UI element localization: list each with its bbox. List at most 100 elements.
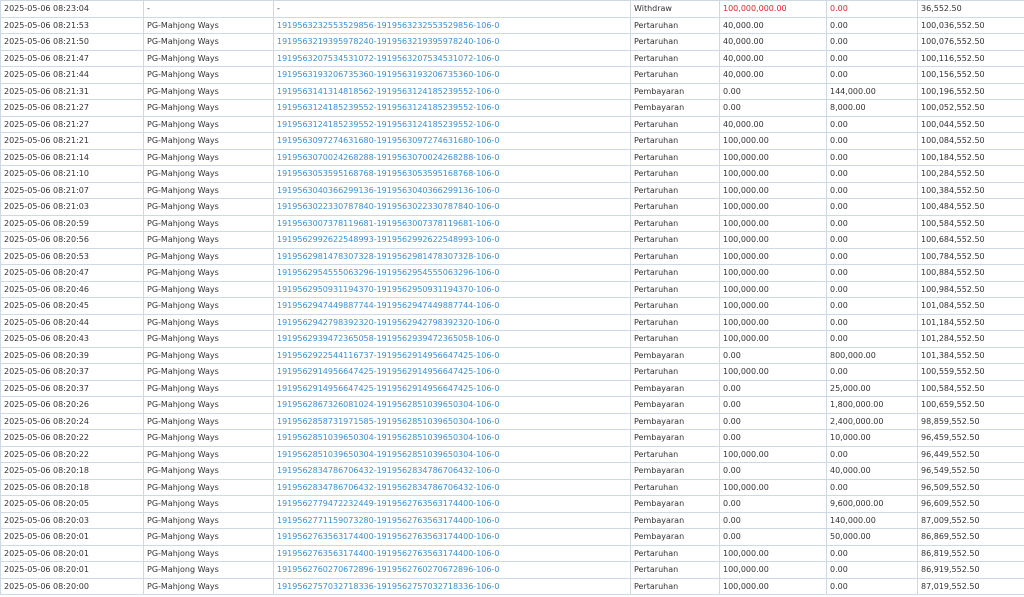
bet-amount-cell: 40,000.00 <box>719 66 827 84</box>
balance-cell: 98,859,552.50 <box>917 412 1024 430</box>
transaction-id-link[interactable]: 1919563007378119681-1919563007378119681-… <box>273 214 631 232</box>
win-amount-cell: 0.00 <box>826 198 918 216</box>
bet-amount-cell: 0.00 <box>719 379 827 397</box>
transaction-id-link[interactable]: 1919562834786706432-1919562834786706432-… <box>273 462 631 480</box>
bet-amount-cell: 100,000.00 <box>719 445 827 463</box>
bet-amount-cell: 40,000.00 <box>719 16 827 34</box>
game-cell: PG-Mahjong Ways <box>143 66 274 84</box>
transaction-id-link[interactable]: 1919563097274631680-1919563097274631680-… <box>273 132 631 150</box>
table-row: 2025-05-06 08:20:22 PG-Mahjong Ways 191956… <box>0 445 1024 463</box>
win-amount-cell: 9,600,000.00 <box>826 495 918 513</box>
transaction-id-link[interactable]: 1919562922544116737-1919562914956647425-… <box>273 346 631 364</box>
win-amount-cell: 1,800,000.00 <box>826 396 918 414</box>
win-amount-cell: 140,000.00 <box>826 511 918 529</box>
table-row: 2025-05-06 08:20:18 PG-Mahjong Ways 191956… <box>0 478 1024 496</box>
table-row: 2025-05-06 08:20:26 PG-Mahjong Ways 191956… <box>0 396 1024 414</box>
table-row: 2025-05-06 08:20:53 PG-Mahjong Ways 191956… <box>0 247 1024 265</box>
game-cell: PG-Mahjong Ways <box>143 33 274 51</box>
time-cell: 2025-05-06 08:20:39 <box>0 346 144 364</box>
balance-cell: 101,084,552.50 <box>917 297 1024 315</box>
transaction-id-link[interactable]: 1919563219395978240-1919563219395978240-… <box>273 33 631 51</box>
time-cell: 2025-05-06 08:20:03 <box>0 511 144 529</box>
game-cell: PG-Mahjong Ways <box>143 264 274 282</box>
transaction-id-link[interactable]: 1919563040366299136-1919563040366299136-… <box>273 181 631 199</box>
transaction-table: 2025-05-06 08:23:04- - Withdraw 100,000,000… <box>0 0 1024 595</box>
transaction-id-link[interactable]: - <box>273 0 631 18</box>
transaction-id-link[interactable]: 1919562763563174400-1919562763563174400-… <box>273 544 631 562</box>
bet-amount-cell: 0.00 <box>719 495 827 513</box>
transaction-id-link[interactable]: 1919563193206735360-1919563193206735360-… <box>273 66 631 84</box>
win-amount-cell: 0.00 <box>826 16 918 34</box>
transaction-id-link[interactable]: 1919562858731971585-1919562851039650304-… <box>273 412 631 430</box>
transaction-id-link[interactable]: 1919562851039650304-1919562851039650304-… <box>273 429 631 447</box>
bet-amount-cell: 100,000.00 <box>719 214 827 232</box>
bet-amount-cell: 100,000.00 <box>719 198 827 216</box>
type-cell: Pertaruhan <box>630 478 720 496</box>
game-cell: PG-Mahjong Ways <box>143 511 274 529</box>
transaction-id-link[interactable]: 1919563053595168768-1919563053595168768-… <box>273 165 631 183</box>
transaction-id-link[interactable]: 1919562760270672896-1919562760270672896-… <box>273 561 631 579</box>
balance-cell: 100,184,552.50 <box>917 148 1024 166</box>
game-cell: PG-Mahjong Ways <box>143 346 274 364</box>
transaction-id-link[interactable]: 1919562939472365058-1919562939472365058-… <box>273 330 631 348</box>
transaction-id-link[interactable]: 1919562942798392320-1919562942798392320-… <box>273 313 631 331</box>
table-row: 2025-05-06 08:21:50 PG-Mahjong Ways 191956… <box>0 33 1024 51</box>
table-row: 2025-05-06 08:21:07 PG-Mahjong Ways 191956… <box>0 181 1024 199</box>
transaction-id-link[interactable]: 1919563141314818562-1919563124185239552-… <box>273 82 631 100</box>
bet-amount-cell: 100,000,000.00 <box>719 0 827 18</box>
win-amount-cell: 0.00 <box>826 0 918 18</box>
transaction-id-link[interactable]: 1919562981478307328-1919562981478307328-… <box>273 247 631 265</box>
game-cell: PG-Mahjong Ways <box>143 379 274 397</box>
balance-cell: 100,196,552.50 <box>917 82 1024 100</box>
transaction-id-link[interactable]: 1919562947449887744-1919562947449887744-… <box>273 297 631 315</box>
transaction-id-link[interactable]: 1919562950931194370-1919562950931194370-… <box>273 280 631 298</box>
time-cell: 2025-05-06 08:20:05 <box>0 495 144 513</box>
time-cell: 2025-05-06 08:20:45 <box>0 297 144 315</box>
balance-cell: 100,984,552.50 <box>917 280 1024 298</box>
transaction-id-link[interactable]: 1919562763563174400-1919562763563174400-… <box>273 528 631 546</box>
transaction-id-link[interactable]: 1919563124185239552-1919563124185239552-… <box>273 99 631 117</box>
transaction-id-link[interactable]: 1919562851039650304-1919562851039650304-… <box>273 445 631 463</box>
transaction-id-link[interactable]: 1919562914956647425-1919562914956647425-… <box>273 379 631 397</box>
time-cell: 2025-05-06 08:20:46 <box>0 280 144 298</box>
game-cell: PG-Mahjong Ways <box>143 16 274 34</box>
win-amount-cell: 0.00 <box>826 544 918 562</box>
transaction-id-link[interactable]: 1919563070024268288-1919563070024268288-… <box>273 148 631 166</box>
time-cell: 2025-05-06 08:20:18 <box>0 478 144 496</box>
transaction-id-link[interactable]: 1919562771159073280-1919562763563174400-… <box>273 511 631 529</box>
balance-cell: 96,449,552.50 <box>917 445 1024 463</box>
table-row: 2025-05-06 08:21:53 PG-Mahjong Ways 191956… <box>0 16 1024 34</box>
time-cell: 2025-05-06 08:20:37 <box>0 379 144 397</box>
type-cell: Pembayaran <box>630 379 720 397</box>
bet-amount-cell: 0.00 <box>719 396 827 414</box>
transaction-id-link[interactable]: 1919562757032718336-1919562757032718336-… <box>273 577 631 595</box>
bet-amount-cell: 100,000.00 <box>719 577 827 595</box>
bet-amount-cell: 100,000.00 <box>719 478 827 496</box>
transaction-id-link[interactable]: 1919563232553529856-1919563232553529856-… <box>273 16 631 34</box>
transaction-id-link[interactable]: 1919562779472232449-1919562763563174400-… <box>273 495 631 513</box>
transaction-id-link[interactable]: 1919562954555063296-1919562954555063296-… <box>273 264 631 282</box>
table-row: 2025-05-06 08:21:47 PG-Mahjong Ways 191956… <box>0 49 1024 67</box>
time-cell: 2025-05-06 08:21:21 <box>0 132 144 150</box>
transaction-id-link[interactable]: 1919563022330787840-1919563022330787840-… <box>273 198 631 216</box>
transaction-id-link[interactable]: 1919562992622548993-1919562992622548993-… <box>273 231 631 249</box>
type-cell: Pertaruhan <box>630 280 720 298</box>
time-cell: 2025-05-06 08:20:18 <box>0 462 144 480</box>
balance-cell: 96,549,552.50 <box>917 462 1024 480</box>
transaction-id-link[interactable]: 1919562834786706432-1919562834786706432-… <box>273 478 631 496</box>
transaction-id-link[interactable]: 1919562914956647425-1919562914956647425-… <box>273 363 631 381</box>
transaction-id-link[interactable]: 1919563207534531072-1919563207534531072-… <box>273 49 631 67</box>
bet-amount-cell: 100,000.00 <box>719 165 827 183</box>
transaction-id-link[interactable]: 1919563124185239552-1919563124185239552-… <box>273 115 631 133</box>
time-cell: 2025-05-06 08:21:03 <box>0 198 144 216</box>
game-cell: PG-Mahjong Ways <box>143 280 274 298</box>
type-cell: Pertaruhan <box>630 247 720 265</box>
win-amount-cell: 144,000.00 <box>826 82 918 100</box>
bet-amount-cell: 0.00 <box>719 528 827 546</box>
transaction-id-link[interactable]: 1919562867326081024-1919562851039650304-… <box>273 396 631 414</box>
type-cell: Pertaruhan <box>630 198 720 216</box>
bet-amount-cell: 100,000.00 <box>719 264 827 282</box>
time-cell: 2025-05-06 08:20:26 <box>0 396 144 414</box>
balance-cell: 101,384,552.50 <box>917 346 1024 364</box>
win-amount-cell: 0.00 <box>826 247 918 265</box>
